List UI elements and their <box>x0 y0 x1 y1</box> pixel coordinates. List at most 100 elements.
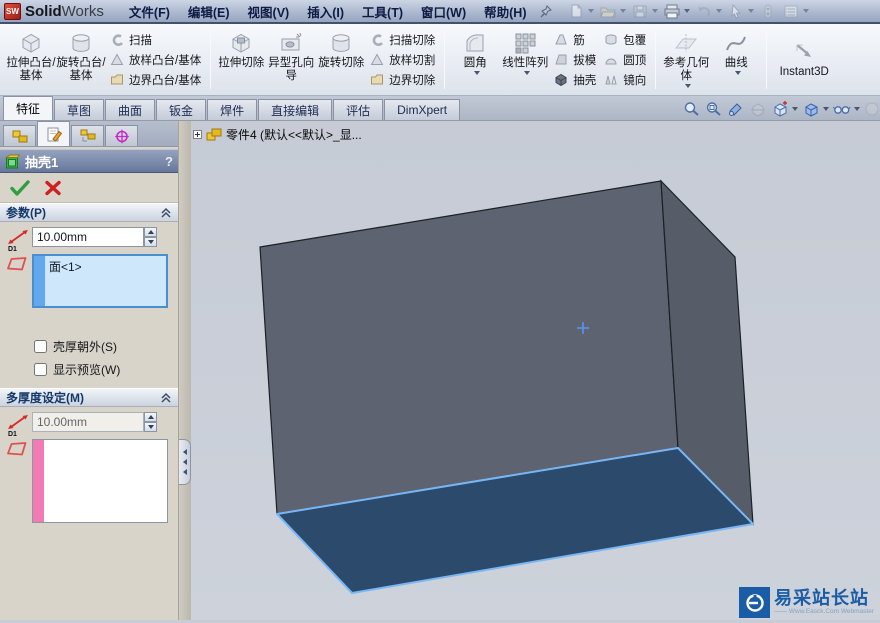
thickness-spinner[interactable] <box>144 227 157 247</box>
fillet-button[interactable]: 圆角 <box>450 26 500 93</box>
options-button[interactable] <box>780 1 811 21</box>
wrap-button[interactable]: 包覆 <box>604 32 646 48</box>
menu-help[interactable]: 帮助(H) <box>475 0 535 24</box>
show-preview-checkbox[interactable] <box>34 363 47 376</box>
solidworks-logo: SW SolidWorks <box>4 3 104 20</box>
revolved-boss-button[interactable]: 旋转凸台/基体 <box>56 26 106 93</box>
selected-face-item[interactable]: 面<1> <box>49 258 162 275</box>
extruded-boss-icon <box>18 31 44 55</box>
appearance-icon[interactable] <box>864 101 878 117</box>
open-button[interactable] <box>597 1 628 21</box>
shell-outward-row: 壳厚朝外(S) <box>34 338 172 355</box>
panel-collapse-handle[interactable] <box>179 439 191 485</box>
extruded-cut-button[interactable]: 拉伸切除 <box>216 26 266 93</box>
undo-button[interactable] <box>693 1 724 21</box>
graphics-viewport[interactable]: 零件4 (默认<<默认>_显... 易采站长站 —— Www.Easck.Com… <box>191 121 880 620</box>
tab-direct-editing[interactable]: 直接编辑 <box>258 99 332 120</box>
lofted-boss-button[interactable]: 放样凸台/基体 <box>110 52 201 68</box>
rib-button[interactable]: 筋 <box>554 32 596 48</box>
fillet-dropdown-icon[interactable] <box>474 71 480 75</box>
curves-dropdown-icon[interactable] <box>735 71 741 75</box>
save-button[interactable] <box>629 1 660 21</box>
propertymanager-icon <box>46 127 62 142</box>
multi-thickness-section-header[interactable]: 多厚度设定(M) <box>0 388 178 407</box>
panel-splitter[interactable] <box>178 121 191 620</box>
command-manager-tabs: 特征 草图 曲面 钣金 焊件 直接编辑 评估 DimXpert <box>0 96 880 121</box>
watermark-subtitle: —— Www.Easck.Com Webmaster <box>774 609 874 616</box>
dimxpertmanager-tab[interactable] <box>105 125 138 146</box>
boundary-boss-button[interactable]: 边界凸台/基体 <box>110 72 201 88</box>
multi-thickness-stripe <box>33 440 44 522</box>
multi-thickness-input[interactable] <box>32 412 144 432</box>
menu-tools[interactable]: 工具(T) <box>353 0 412 24</box>
cancel-button[interactable] <box>43 179 63 197</box>
configurationmanager-icon <box>80 129 96 144</box>
zoom-to-fit-icon[interactable] <box>683 101 701 117</box>
faces-to-remove-listbox[interactable]: 面<1> <box>32 254 168 308</box>
properties-button[interactable] <box>757 1 779 21</box>
previous-view-icon[interactable] <box>727 101 745 117</box>
parameters-section-header[interactable]: 参数(P) <box>0 203 178 222</box>
rib-icon <box>554 33 568 46</box>
reference-geometry-button[interactable]: 参考几何体 <box>661 26 711 93</box>
shell-outward-checkbox[interactable] <box>34 340 47 353</box>
hole-wizard-button[interactable]: 异型孔向导 <box>266 26 316 93</box>
view-toolbar <box>683 101 880 120</box>
section-view-icon[interactable] <box>749 101 767 117</box>
menu-insert[interactable]: 插入(I) <box>298 0 353 24</box>
view-orientation-icon[interactable] <box>771 101 798 117</box>
swept-cut-button[interactable]: 扫描切除 <box>370 32 435 48</box>
swept-boss-button[interactable]: 扫描 <box>110 32 201 48</box>
hide-show-items-icon[interactable] <box>833 101 860 117</box>
curves-button[interactable]: 曲线 <box>711 26 761 93</box>
tab-sketch[interactable]: 草图 <box>54 99 104 120</box>
flyout-feature-tree: 零件4 (默认<<默认>_显... <box>193 126 362 143</box>
menu-edit[interactable]: 编辑(E) <box>179 0 239 24</box>
menu-window[interactable]: 窗口(W) <box>412 0 475 24</box>
configurationmanager-tab[interactable] <box>71 125 104 146</box>
tab-sheet-metal[interactable]: 钣金 <box>156 99 206 120</box>
menu-view[interactable]: 视图(V) <box>239 0 299 24</box>
new-document-button[interactable] <box>565 1 596 21</box>
tab-surfaces[interactable]: 曲面 <box>105 99 155 120</box>
part-tree-root-label[interactable]: 零件4 (默认<<默认>_显... <box>226 126 362 143</box>
draft-button[interactable]: 拔模 <box>554 52 596 68</box>
menu-file[interactable]: 文件(F) <box>120 0 179 24</box>
standard-toolbar <box>565 1 811 21</box>
shell-button[interactable]: 抽壳 <box>554 72 596 88</box>
zoom-to-area-icon[interactable] <box>705 101 723 117</box>
mirror-button[interactable]: 镜向 <box>604 72 646 88</box>
menu-bar: 文件(F) 编辑(E) 视图(V) 插入(I) 工具(T) 窗口(W) 帮助(H… <box>120 0 536 24</box>
print-button[interactable] <box>661 1 692 21</box>
command-manager: 拉伸凸台/基体 旋转凸台/基体 扫描 放样凸台/基体 边界凸台/基体 拉伸切除 … <box>0 24 880 96</box>
multi-thickness-spinner[interactable] <box>144 412 157 432</box>
tab-dimxpert[interactable]: DimXpert <box>384 99 460 120</box>
help-button[interactable]: ? <box>165 154 173 169</box>
boundary-boss-icon <box>110 73 124 86</box>
extruded-boss-button[interactable]: 拉伸凸台/基体 <box>6 26 56 93</box>
lofted-cut-button[interactable]: 放样切割 <box>370 52 435 68</box>
tab-features[interactable]: 特征 <box>3 96 53 120</box>
reference-geometry-dropdown-icon[interactable] <box>685 84 691 88</box>
boundary-cut-button[interactable]: 边界切除 <box>370 72 435 88</box>
dome-button[interactable]: 圆顶 <box>604 52 646 68</box>
toolbar-separator <box>444 30 445 89</box>
swept-boss-icon <box>110 33 124 46</box>
multi-thickness-faces-listbox[interactable] <box>32 439 168 523</box>
select-button[interactable] <box>725 1 756 21</box>
linear-pattern-button[interactable]: 线性阵列 <box>500 26 550 93</box>
display-style-icon[interactable] <box>802 101 829 117</box>
pin-menu-icon[interactable] <box>537 2 555 20</box>
revolved-cut-button[interactable]: 旋转切除 <box>316 26 366 93</box>
show-preview-row: 显示预览(W) <box>34 361 172 378</box>
ok-button[interactable] <box>9 179 31 197</box>
thickness-input[interactable] <box>32 227 144 247</box>
linear-pattern-dropdown-icon[interactable] <box>524 71 530 75</box>
tree-expand-icon[interactable] <box>193 130 202 139</box>
fillet-icon <box>462 31 488 55</box>
propertymanager-tab[interactable] <box>37 121 70 146</box>
tab-weldments[interactable]: 焊件 <box>207 99 257 120</box>
featuremanager-tree-tab[interactable] <box>3 125 36 146</box>
instant3d-button[interactable]: Instant3D <box>772 26 836 93</box>
tab-evaluate[interactable]: 评估 <box>333 99 383 120</box>
